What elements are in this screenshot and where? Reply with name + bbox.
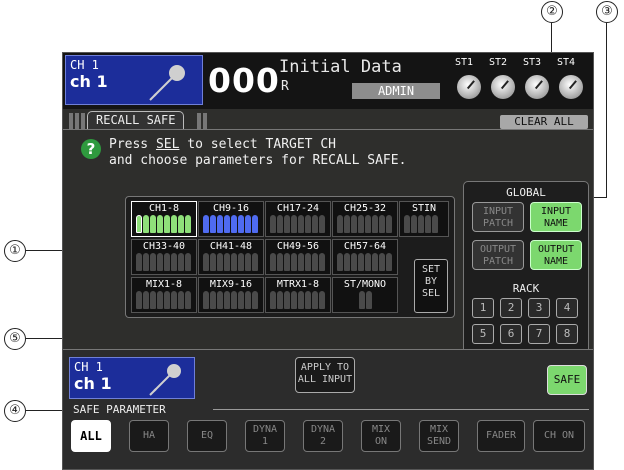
microphone-icon xyxy=(149,65,185,101)
fader-bars xyxy=(270,291,325,309)
rack-8-button[interactable]: 8 xyxy=(556,324,578,344)
callout-2: ② xyxy=(541,1,563,23)
tab-decoration-left xyxy=(69,113,73,129)
rack-1-button[interactable]: 1 xyxy=(472,298,494,318)
group-ch49-56[interactable]: CH49-56 xyxy=(265,239,331,275)
group-ch9-16[interactable]: CH9-16 xyxy=(198,201,264,237)
param-dyna1-button[interactable]: DYNA 1 xyxy=(245,420,285,452)
param-fader-button[interactable]: FADER xyxy=(477,420,525,452)
st-knob-label-4: ST4 xyxy=(557,57,576,68)
safe-parameter-title: SAFE PARAMETER xyxy=(73,403,170,416)
group-stin[interactable]: STIN xyxy=(399,201,449,237)
param-mix-on-button[interactable]: MIX ON xyxy=(361,420,401,452)
fader-bars xyxy=(136,291,191,309)
help-message-line-2: and choose parameters for RECALL SAFE. xyxy=(109,153,407,168)
rack-title: RACK xyxy=(512,282,540,295)
param-mix-send-button[interactable]: MIX SEND xyxy=(419,420,459,452)
group-ch57-64[interactable]: CH57-64 xyxy=(332,239,398,275)
fader-bars xyxy=(270,253,325,271)
rack-6-button[interactable]: 6 xyxy=(500,324,522,344)
output-name-button[interactable]: OUTPUT NAME xyxy=(530,240,582,270)
channel-name: ch 1 xyxy=(70,72,108,91)
scene-sub-label: R xyxy=(281,79,289,94)
tab-decoration-left-2 xyxy=(75,113,79,129)
target-channel-number: CH 1 xyxy=(74,360,103,374)
st2-knob-icon[interactable] xyxy=(491,75,515,99)
recall-safe-screen: CH 1 ch 1 000 Initial Data R ADMIN ST1 S… xyxy=(62,52,594,470)
selected-channel-box[interactable]: CH 1 ch 1 xyxy=(65,55,203,105)
group-mix9-16[interactable]: MIX9-16 xyxy=(198,277,264,313)
tab-divider xyxy=(63,129,593,130)
safe-parameter-divider xyxy=(213,409,589,410)
global-title: GLOBAL xyxy=(506,186,546,199)
fader-bars xyxy=(203,253,258,271)
clear-all-button[interactable]: CLEAR ALL xyxy=(500,115,588,129)
scene-number[interactable]: 000 xyxy=(208,61,280,100)
param-dyna2-button[interactable]: DYNA 2 xyxy=(303,420,343,452)
fader-bars xyxy=(136,253,191,271)
group-mix1-8[interactable]: MIX1-8 xyxy=(131,277,197,313)
set-by-sel-button[interactable]: SET BY SEL xyxy=(414,259,448,313)
group-ch25-32[interactable]: CH25-32 xyxy=(332,201,398,237)
param-eq-button[interactable]: EQ xyxy=(187,420,227,452)
help-icon: ? xyxy=(81,139,101,159)
tab-recall-safe[interactable]: RECALL SAFE xyxy=(87,111,185,129)
target-channel-name: ch 1 xyxy=(74,374,112,393)
tab-decoration-right-2 xyxy=(203,113,207,129)
tab-decoration-right xyxy=(197,113,201,129)
group-ch33-40[interactable]: CH33-40 xyxy=(131,239,197,275)
callout-3: ③ xyxy=(596,1,618,23)
rack-2-button[interactable]: 2 xyxy=(500,298,522,318)
tab-decoration-left-3 xyxy=(81,113,85,129)
st-knob-label-1: ST1 xyxy=(455,57,474,68)
input-name-button[interactable]: INPUT NAME xyxy=(530,202,582,232)
param-all-button[interactable]: ALL xyxy=(71,420,111,452)
function-access-bar: CH 1 ch 1 000 Initial Data R ADMIN ST1 S… xyxy=(63,53,593,109)
rack-3-button[interactable]: 3 xyxy=(528,298,550,318)
group-st-mono[interactable]: ST/MONO xyxy=(332,277,398,313)
st3-knob-icon[interactable] xyxy=(525,75,549,99)
callout-4: ④ xyxy=(4,400,26,422)
st1-knob-icon[interactable] xyxy=(457,75,481,99)
st4-knob-icon[interactable] xyxy=(559,75,583,99)
group-ch1-8[interactable]: CH1-8 xyxy=(131,201,197,237)
user-name-box: ADMIN xyxy=(352,83,440,99)
help-message-line-1: Press SEL to select TARGET CH xyxy=(109,137,336,152)
input-patch-button[interactable]: INPUT PATCH xyxy=(472,202,524,232)
channel-select-grid: CH1-8 CH9-16 CH17-24 CH25-32 STIN CH33-4… xyxy=(125,196,455,318)
fader-bars xyxy=(203,215,258,233)
group-mtrx1-8[interactable]: MTRX1-8 xyxy=(265,277,331,313)
apply-to-all-input-button[interactable]: APPLY TO ALL INPUT xyxy=(295,357,355,393)
output-patch-button[interactable]: OUTPUT PATCH xyxy=(472,240,524,270)
microphone-icon xyxy=(149,364,181,396)
fader-bars xyxy=(337,215,392,233)
callout-1: ① xyxy=(4,240,26,262)
fader-bars xyxy=(337,253,392,271)
leader-line-3 xyxy=(606,23,607,198)
st-knob-label-2: ST2 xyxy=(489,57,508,68)
rack-5-button[interactable]: 5 xyxy=(472,324,494,344)
fader-bars xyxy=(359,291,372,309)
target-channel-box: CH 1 ch 1 xyxy=(69,357,195,399)
group-ch41-48[interactable]: CH41-48 xyxy=(198,239,264,275)
st-knob-label-3: ST3 xyxy=(523,57,542,68)
scene-title: Initial Data xyxy=(279,57,402,77)
fader-bars xyxy=(404,215,438,233)
fader-bars xyxy=(203,291,258,309)
group-ch17-24[interactable]: CH17-24 xyxy=(265,201,331,237)
channel-number: CH 1 xyxy=(70,58,99,72)
callout-5: ⑤ xyxy=(4,328,26,350)
rack-7-button[interactable]: 7 xyxy=(528,324,550,344)
rack-4-button[interactable]: 4 xyxy=(556,298,578,318)
fader-bars xyxy=(270,215,325,233)
safe-button[interactable]: SAFE xyxy=(547,365,587,395)
fader-bars xyxy=(136,215,191,233)
param-ch-on-button[interactable]: CH ON xyxy=(533,420,585,452)
param-ha-button[interactable]: HA xyxy=(129,420,169,452)
